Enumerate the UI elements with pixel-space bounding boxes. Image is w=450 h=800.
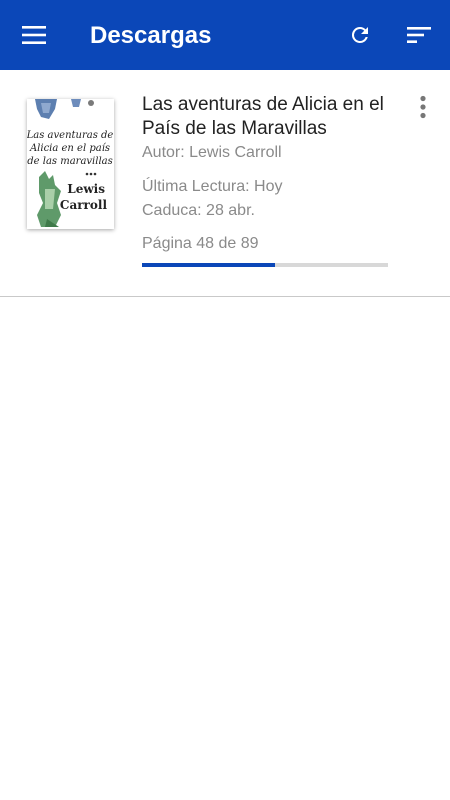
book-list-item[interactable]: Las aventuras de Alicia en el país de la… (0, 70, 450, 297)
book-cover-image[interactable]: Las aventuras de Alicia en el país de la… (27, 99, 114, 229)
cover-title-line-1: Las aventuras de (27, 130, 113, 141)
sort-icon (407, 27, 431, 43)
more-vert-icon (420, 95, 426, 119)
cover-title-line-3: de las maravillas (27, 156, 113, 167)
cover-title-line-2: Alicia en el país (29, 143, 110, 154)
more-options-button[interactable] (408, 92, 438, 122)
book-author: Autor: Lewis Carroll (142, 144, 282, 161)
app-bar: Descargas (0, 0, 450, 70)
menu-button[interactable] (15, 15, 55, 55)
reading-progress-bar (142, 263, 388, 267)
book-title: Las aventuras de Alicia en el País de la… (142, 94, 384, 139)
page-title: Descargas (90, 22, 212, 49)
cover-author-line-1: Lewis (67, 182, 105, 196)
expiry-date: Caduca: 28 abr. (142, 202, 255, 219)
refresh-button[interactable] (340, 15, 380, 55)
sort-button[interactable] (399, 15, 439, 55)
last-read: Última Lectura: Hoy (142, 178, 283, 195)
cover-author-line-2: Carroll (60, 198, 108, 212)
menu-icon (22, 26, 46, 44)
reading-progress-fill (142, 263, 275, 267)
refresh-icon (351, 26, 368, 43)
page-progress-text: Página 48 de 89 (142, 235, 259, 252)
